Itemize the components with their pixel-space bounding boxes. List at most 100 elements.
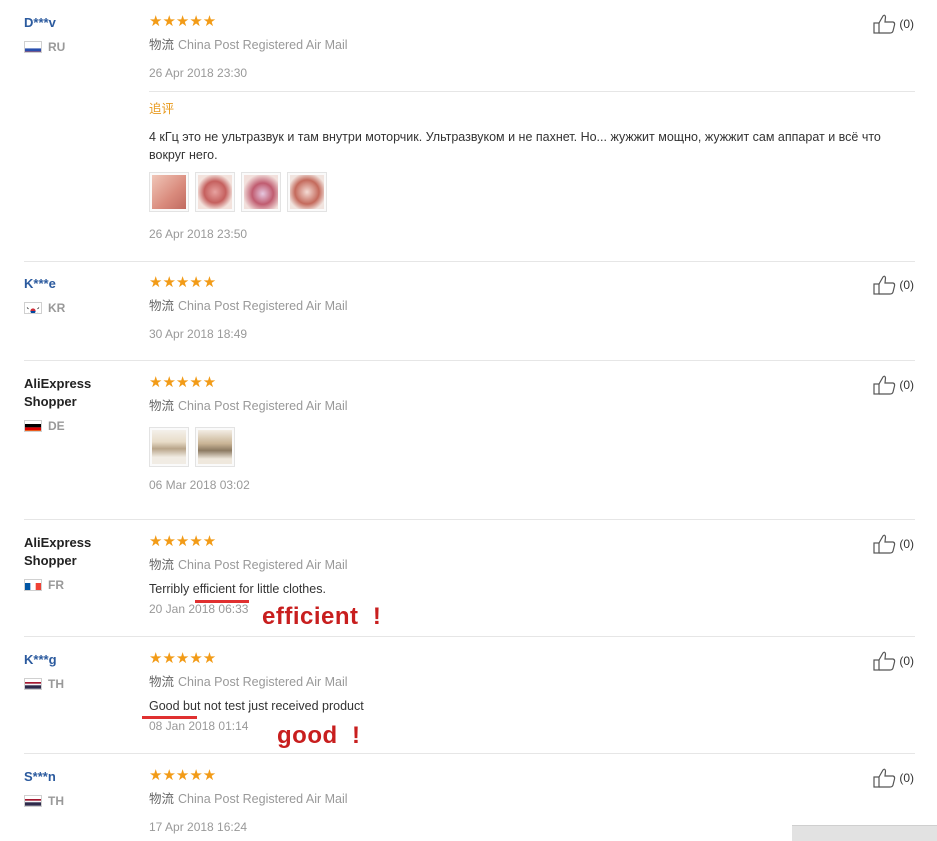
annotation-underline xyxy=(195,600,249,603)
like-button[interactable]: (0) xyxy=(873,375,914,395)
review-photos xyxy=(149,427,909,467)
reviewer-info: AliExpress Shopper FR xyxy=(24,534,134,592)
reviewer-country: TH xyxy=(24,794,134,808)
product-photo-thumbnail[interactable] xyxy=(241,172,281,212)
star-rating: ★★★★★ xyxy=(149,374,217,391)
like-count: (0) xyxy=(899,771,914,785)
reviewer-country: KR xyxy=(24,301,134,315)
reviewer-country: TH xyxy=(24,677,134,691)
reviewer-info: AliExpress Shopper DE xyxy=(24,375,134,433)
like-button[interactable]: (0) xyxy=(873,534,914,554)
annotation-efficient: efficient ! xyxy=(262,603,382,630)
review-divider xyxy=(24,753,915,754)
country-code: RU xyxy=(48,40,66,54)
shipping-method: 物流 China Post Registered Air Mail xyxy=(149,297,909,315)
thumbs-up-icon xyxy=(873,651,896,671)
country-code: FR xyxy=(48,578,64,592)
review-divider xyxy=(24,636,915,637)
star-rating: ★★★★★ xyxy=(149,533,217,550)
germany-flag-icon xyxy=(24,420,42,432)
shipping-method: 物流 China Post Registered Air Mail xyxy=(149,790,909,808)
thailand-flag-icon xyxy=(24,678,42,690)
reviewer-info: K***e KR xyxy=(24,275,134,315)
russia-flag-icon xyxy=(24,41,42,53)
product-photo-thumbnail[interactable] xyxy=(149,172,189,212)
reviewer-country: FR xyxy=(24,578,134,592)
shipping-text: China Post Registered Air Mail xyxy=(178,38,348,52)
shipping-method: 物流 China Post Registered Air Mail xyxy=(149,556,909,574)
like-count: (0) xyxy=(899,17,914,31)
reviewer-name: AliExpress Shopper xyxy=(24,535,92,568)
shipping-text: China Post Registered Air Mail xyxy=(178,558,348,572)
review-content: ★★★★★ 物流 China Post Registered Air Mail 0… xyxy=(149,375,909,493)
shipping-text: China Post Registered Air Mail xyxy=(178,399,348,413)
review-date: 30 Apr 2018 18:49 xyxy=(149,327,248,341)
review-content: ★★★★★ 物流 China Post Registered Air Mail 3… xyxy=(149,275,909,342)
logistics-label: 物流 xyxy=(149,399,175,413)
followup-text: 4 кГц это не ультразвук и там внутри мот… xyxy=(149,130,881,162)
shipping-text: China Post Registered Air Mail xyxy=(178,792,348,806)
shipping-text: China Post Registered Air Mail xyxy=(178,299,348,313)
logistics-label: 物流 xyxy=(149,38,175,52)
shipping-method: 物流 China Post Registered Air Mail xyxy=(149,397,909,415)
overlay-panel-edge xyxy=(792,825,937,841)
product-photo-thumbnail[interactable] xyxy=(195,172,235,212)
reviewer-name[interactable]: K***e xyxy=(24,275,134,293)
product-photo-thumbnail[interactable] xyxy=(287,172,327,212)
country-code: TH xyxy=(48,677,64,691)
thumbs-up-icon xyxy=(873,768,896,788)
review-divider xyxy=(24,519,915,520)
followup-divider xyxy=(149,91,915,92)
followup-label: 追评 xyxy=(149,102,175,116)
like-button[interactable]: (0) xyxy=(873,651,914,671)
logistics-label: 物流 xyxy=(149,792,175,806)
product-photo-thumbnail[interactable] xyxy=(195,427,235,467)
like-button[interactable]: (0) xyxy=(873,14,914,34)
review-date: 08 Jan 2018 01:14 xyxy=(149,719,249,733)
review-content: ★★★★★ 物流 China Post Registered Air Mail G… xyxy=(149,651,909,734)
thumbs-up-icon xyxy=(873,14,896,34)
like-count: (0) xyxy=(899,378,914,392)
like-count: (0) xyxy=(899,278,914,292)
review-content: ★★★★★ 物流 China Post Registered Air Mail 2… xyxy=(149,14,915,242)
star-rating: ★★★★★ xyxy=(149,274,217,291)
review-divider xyxy=(24,360,915,361)
france-flag-icon xyxy=(24,579,42,591)
reviewer-name[interactable]: D***v xyxy=(24,14,134,32)
shipping-method: 物流 China Post Registered Air Mail xyxy=(149,673,909,691)
star-rating: ★★★★★ xyxy=(149,650,217,667)
reviewer-country: RU xyxy=(24,40,134,54)
followup-photos xyxy=(149,172,909,212)
followup-date: 26 Apr 2018 23:50 xyxy=(149,227,248,241)
shipping-text: China Post Registered Air Mail xyxy=(178,675,348,689)
logistics-label: 物流 xyxy=(149,675,175,689)
country-code: TH xyxy=(48,794,64,808)
like-button[interactable]: (0) xyxy=(873,768,914,788)
like-button[interactable]: (0) xyxy=(873,275,914,295)
thailand-flag-icon xyxy=(24,795,42,807)
thumbs-up-icon xyxy=(873,534,896,554)
reviewer-info: D***v RU xyxy=(24,14,134,54)
thumbs-up-icon xyxy=(873,275,896,295)
star-rating: ★★★★★ xyxy=(149,767,217,784)
review-date: 06 Mar 2018 03:02 xyxy=(149,478,250,492)
country-code: DE xyxy=(48,419,65,433)
shipping-method: 物流 China Post Registered Air Mail xyxy=(149,36,909,54)
review-divider xyxy=(24,261,915,262)
thumbs-up-icon xyxy=(873,375,896,395)
annotation-underline xyxy=(142,716,197,719)
reviewer-info: K***g TH xyxy=(24,651,134,691)
reviewer-country: DE xyxy=(24,419,134,433)
review-date: 26 Apr 2018 23:30 xyxy=(149,66,248,80)
product-photo-thumbnail[interactable] xyxy=(149,427,189,467)
annotation-good: good ! xyxy=(277,722,361,749)
reviewer-name[interactable]: K***g xyxy=(24,651,134,669)
reviewer-name[interactable]: S***n xyxy=(24,768,134,786)
reviewer-info: S***n TH xyxy=(24,768,134,808)
logistics-label: 物流 xyxy=(149,558,175,572)
reviewer-name: AliExpress Shopper xyxy=(24,376,92,409)
review-text: Good but not test just received product xyxy=(149,699,364,713)
review-text: Terribly efficient for little clothes. xyxy=(149,582,326,596)
country-code: KR xyxy=(48,301,66,315)
like-count: (0) xyxy=(899,537,914,551)
